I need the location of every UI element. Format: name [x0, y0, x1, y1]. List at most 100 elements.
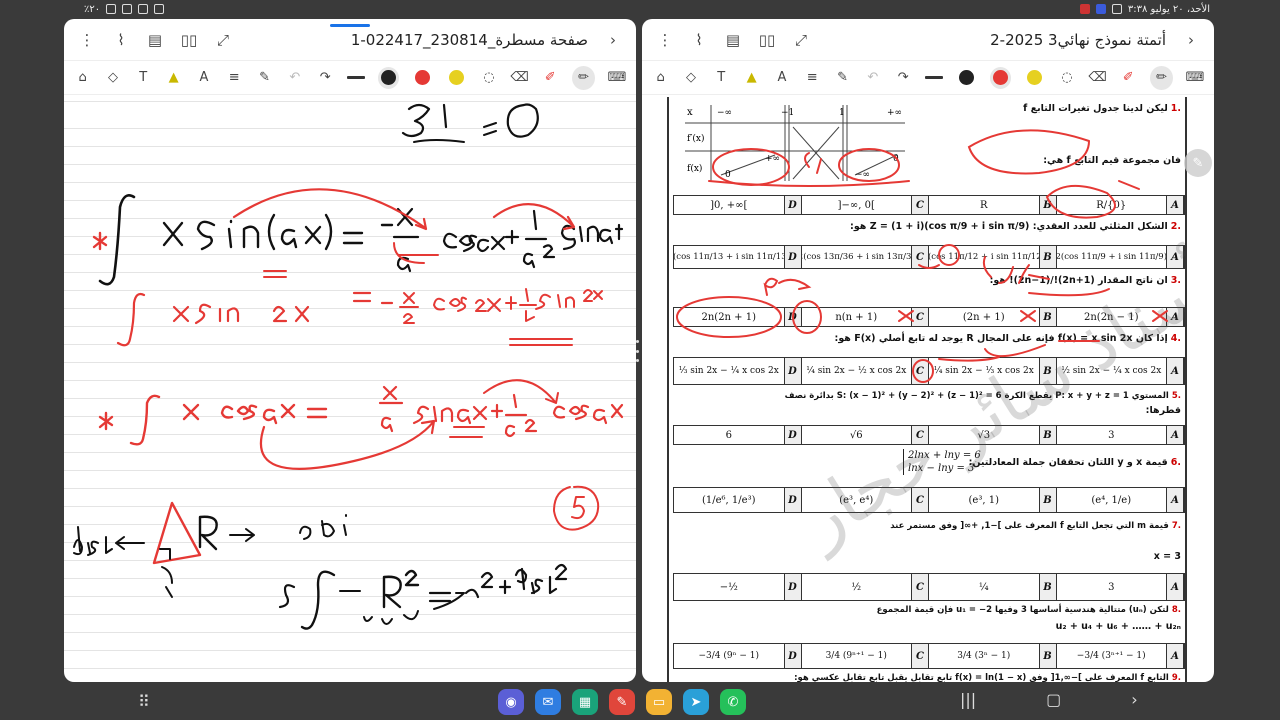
- page-view-icon[interactable]: ▤: [146, 31, 164, 49]
- answer-5-d[interactable]: 6: [674, 426, 784, 444]
- answer-8-b[interactable]: 3/4 (3ⁿ − 1): [929, 644, 1039, 668]
- back-chevron-icon[interactable]: ›: [604, 31, 622, 49]
- shapes-icon[interactable]: ◇: [104, 69, 121, 87]
- answer-1-d[interactable]: ]0, +∞[: [674, 196, 784, 214]
- line-thickness-icon[interactable]: [924, 69, 943, 87]
- color-red-swatch[interactable]: [412, 67, 433, 89]
- answer-7-c[interactable]: ½: [802, 574, 912, 600]
- keyboard-icon[interactable]: ⌨: [1186, 69, 1205, 87]
- undo-icon[interactable]: ↶: [864, 69, 881, 87]
- answer-3-b[interactable]: (2n + 1): [929, 308, 1039, 326]
- answer-5-b[interactable]: √3: [929, 426, 1039, 444]
- files-app-icon[interactable]: ▭: [646, 689, 672, 715]
- page-view-icon[interactable]: ▤: [724, 31, 742, 49]
- back-chevron-icon[interactable]: ›: [1182, 31, 1200, 49]
- telegram-app-icon[interactable]: ➤: [683, 689, 709, 715]
- select-icon[interactable]: ◌: [1058, 69, 1075, 87]
- color-black-swatch[interactable]: [377, 66, 399, 89]
- book-view-icon[interactable]: ▯▯: [758, 31, 776, 49]
- answer-3-d[interactable]: 2n(2n + 1): [674, 308, 784, 326]
- pen-icon[interactable]: ✏: [1149, 65, 1173, 90]
- lasso-icon[interactable]: ⌂: [74, 69, 91, 87]
- color-red-swatch[interactable]: [989, 66, 1012, 89]
- attach-icon[interactable]: ⌇: [690, 31, 708, 49]
- answer-8-d[interactable]: −3/4 (9ⁿ − 1): [674, 644, 784, 668]
- messages-app-icon[interactable]: ✉: [535, 689, 561, 715]
- answer-7-a[interactable]: 3: [1057, 574, 1167, 600]
- highlighter-icon[interactable]: ▲: [743, 69, 760, 87]
- answer-5-c[interactable]: √6: [802, 426, 912, 444]
- notes-app-icon[interactable]: ✎: [609, 689, 635, 715]
- recent-apps-icon[interactable]: |||: [960, 690, 976, 709]
- answer-2-b[interactable]: 2(cos 11π/12 + i sin 11π/12): [929, 246, 1039, 268]
- answer-4-b[interactable]: ¼ sin 2x − ⅓ x cos 2x: [929, 358, 1039, 384]
- answer-6-c[interactable]: (e³, e⁴): [802, 488, 912, 512]
- pen-icon[interactable]: ✏: [571, 65, 595, 90]
- lasso-icon[interactable]: ⌂: [652, 69, 669, 87]
- split-view-handle[interactable]: [636, 340, 640, 362]
- answer-5-a[interactable]: 3: [1057, 426, 1167, 444]
- app-drawer-icon[interactable]: ⠿: [138, 692, 150, 711]
- shapes-icon[interactable]: ◇: [682, 69, 699, 87]
- align-icon[interactable]: ≡: [804, 69, 821, 87]
- question-3: .3ان ناتج المقدار (2n+1)!/(2n−1)! هو:: [989, 275, 1181, 286]
- exam-page[interactable]: .1ليكن لدينا جدول تغيرات التابع f فان مج…: [667, 97, 1187, 682]
- answer-8-a[interactable]: −3/4 (3ⁿ⁺¹ − 1): [1057, 644, 1167, 668]
- redo-icon[interactable]: ↷: [895, 69, 912, 87]
- whatsapp-app-icon[interactable]: ✆: [720, 689, 746, 715]
- align-icon[interactable]: ≡: [226, 69, 243, 87]
- redo-icon[interactable]: ↷: [317, 69, 334, 87]
- home-icon[interactable]: ▢: [1046, 690, 1061, 709]
- text-style-icon[interactable]: A: [195, 69, 212, 87]
- color-yellow-swatch[interactable]: [446, 67, 467, 89]
- equation-1: 2lnx + lny = 6: [908, 450, 981, 461]
- calendar-app-icon[interactable]: ▦: [572, 689, 598, 715]
- marker-icon[interactable]: ✐: [542, 69, 559, 87]
- select-icon[interactable]: ◌: [480, 69, 497, 87]
- internet-app-icon[interactable]: ◉: [498, 689, 524, 715]
- answer-8-c[interactable]: 3/4 (9ⁿ⁺¹ − 1): [802, 644, 912, 668]
- attach-icon[interactable]: ⌇: [112, 31, 130, 49]
- pen-settings-icon[interactable]: ✎: [834, 69, 851, 87]
- line-thickness-icon[interactable]: [346, 69, 365, 87]
- book-view-icon[interactable]: ▯▯: [180, 31, 198, 49]
- text-icon[interactable]: T: [713, 69, 730, 87]
- answer-2-a[interactable]: 2(cos 11π/9 + i sin 11π/9): [1057, 246, 1167, 268]
- answer-2-d[interactable]: 2(cos 11π/13 + i sin 11π/13): [674, 246, 784, 268]
- text-style-icon[interactable]: A: [773, 69, 790, 87]
- expand-icon[interactable]: ⤢: [214, 31, 232, 49]
- pen-settings-icon[interactable]: ✎: [256, 69, 273, 87]
- keyboard-icon[interactable]: ⌨: [608, 69, 627, 87]
- answer-4-a[interactable]: ½ sin 2x − ¼ x cos 2x: [1057, 358, 1167, 384]
- answer-2-c[interactable]: √2(cos 13π/36 + i sin 13π/36): [802, 246, 912, 268]
- back-icon[interactable]: ›: [1131, 690, 1137, 709]
- expand-icon[interactable]: ⤢: [792, 31, 810, 49]
- more-options-icon[interactable]: ⋮: [656, 31, 674, 49]
- eraser-icon[interactable]: ⌫: [1088, 69, 1106, 87]
- answer-6-d[interactable]: (1/e⁶, 1/e³): [674, 488, 784, 512]
- color-yellow-swatch[interactable]: [1024, 67, 1045, 89]
- answer-6-b[interactable]: (e³, 1): [929, 488, 1039, 512]
- pen-edit-icon[interactable]: ✎: [1184, 149, 1212, 177]
- answer-7-d[interactable]: −½: [674, 574, 784, 600]
- marker-icon[interactable]: ✐: [1120, 69, 1137, 87]
- handwriting-canvas[interactable]: [64, 97, 636, 682]
- answer-3-c[interactable]: n(n + 1): [802, 308, 912, 326]
- answer-3-a[interactable]: 2n(2n − 1): [1057, 308, 1167, 326]
- answer-1-c[interactable]: ]−∞, 0[: [802, 196, 912, 214]
- answer-4-d[interactable]: ⅓ sin 2x − ¼ x cos 2x: [674, 358, 784, 384]
- answer-7-b[interactable]: ¼: [929, 574, 1039, 600]
- window-drag-handle[interactable]: [330, 24, 370, 27]
- more-options-icon[interactable]: ⋮: [78, 31, 96, 49]
- undo-icon[interactable]: ↶: [286, 69, 303, 87]
- answer-1-b[interactable]: R: [929, 196, 1039, 214]
- answer-1-a[interactable]: R/{0}: [1057, 196, 1167, 214]
- option-label-c: C: [911, 644, 929, 668]
- eraser-icon[interactable]: ⌫: [510, 69, 528, 87]
- color-black-swatch[interactable]: [956, 67, 977, 89]
- text-icon[interactable]: T: [135, 69, 152, 87]
- highlighter-icon[interactable]: ▲: [165, 69, 182, 87]
- option-label-a: A: [1166, 196, 1184, 214]
- answer-4-c[interactable]: ¼ sin 2x − ½ x cos 2x: [802, 358, 912, 384]
- answer-6-a[interactable]: (e⁴, 1/e): [1057, 488, 1167, 512]
